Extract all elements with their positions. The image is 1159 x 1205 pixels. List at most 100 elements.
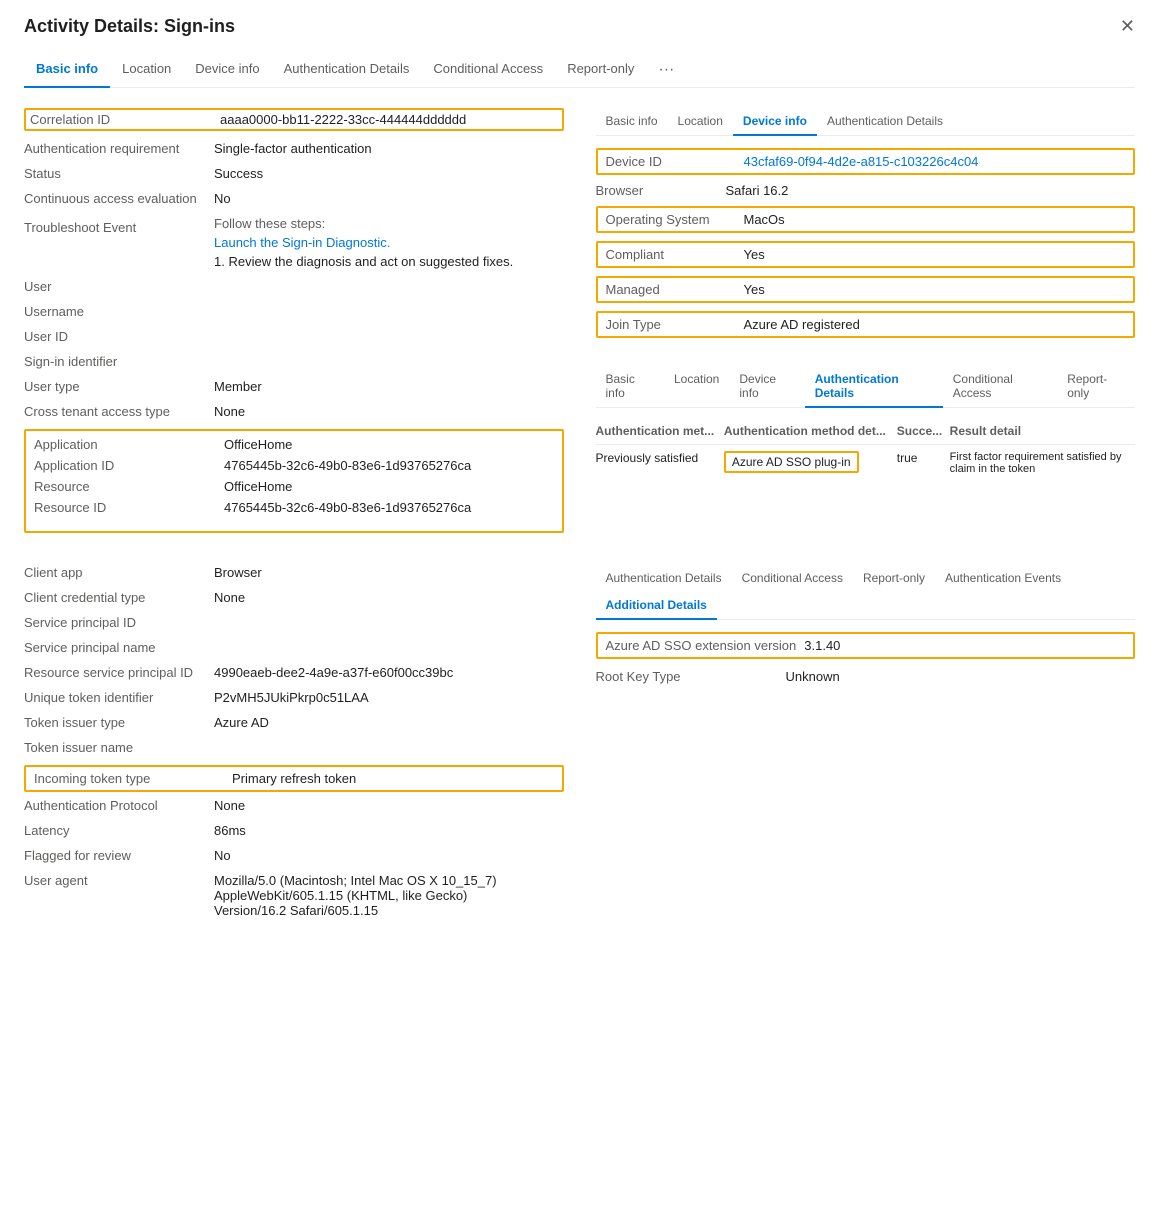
flagged-label: Flagged for review [24,848,214,863]
username-label: Username [24,304,214,319]
cae-value: No [214,191,231,206]
azure-sso-value: 3.1.40 [804,638,840,653]
add-tab-conditional[interactable]: Conditional Access [732,565,853,593]
root-key-value: Unknown [786,669,840,684]
resource-id-row: Resource ID 4765445b-32c6-49b0-83e6-1d93… [34,500,554,515]
auth-tab-location[interactable]: Location [664,366,729,408]
azure-sso-plugin-badge: Azure AD SSO plug-in [724,451,859,473]
cell-success: true [897,445,950,482]
add-tab-additional-details[interactable]: Additional Details [596,592,717,620]
resource-value: OfficeHome [224,479,292,494]
correlation-id-row: Correlation ID aaaa0000-bb11-2222-33cc-4… [24,108,564,131]
compliant-value: Yes [744,247,765,262]
add-tab-report-only[interactable]: Report-only [853,565,935,593]
resource-sp-id-value: 4990eaeb-dee2-4a9e-a37f-e60f00cc39bc [214,665,453,680]
user-type-label: User type [24,379,214,394]
diagnostic-link[interactable]: Launch the Sign-in Diagnostic. [214,235,390,250]
compliant-row: Compliant Yes [596,241,1136,268]
add-tab-auth-details[interactable]: Authentication Details [596,565,732,593]
tab-conditional-access[interactable]: Conditional Access [421,53,555,88]
user-type-value: Member [214,379,262,394]
device-tab-basic-info[interactable]: Basic info [596,108,668,136]
add-tab-auth-events[interactable]: Authentication Events [935,565,1071,593]
user-agent-value: Mozilla/5.0 (Macintosh; Intel Mac OS X 1… [214,873,514,918]
join-type-row: Join Type Azure AD registered [596,311,1136,338]
col-auth-method: Authentication met... [596,420,724,445]
auth-tab-report-only[interactable]: Report-only [1057,366,1135,408]
incoming-token-label: Incoming token type [34,771,224,786]
status-row: Status Success [24,166,564,181]
col-success: Succe... [897,420,950,445]
auth-details-table: Authentication met... Authentication met… [596,420,1136,481]
root-key-label: Root Key Type [596,669,786,684]
auth-detail-tabs: Basic info Location Device info Authenti… [596,366,1136,408]
tab-auth-details[interactable]: Authentication Details [272,53,422,88]
azure-sso-row: Azure AD SSO extension version 3.1.40 [596,632,1136,659]
device-tabs: Basic info Location Device info Authenti… [596,108,1136,136]
sp-id-label: Service principal ID [24,615,214,630]
troubleshoot-step1: 1. Review the diagnosis and act on sugge… [214,254,513,269]
device-tab-location[interactable]: Location [668,108,733,136]
troubleshoot-content: Follow these steps: Launch the Sign-in D… [214,216,513,269]
auth-protocol-row: Authentication Protocol None [24,798,564,813]
unique-token-label: Unique token identifier [24,690,214,705]
user-agent-label: User agent [24,873,214,888]
auth-req-label: Authentication requirement [24,141,214,156]
incoming-token-row: Incoming token type Primary refresh toke… [24,765,564,792]
token-issuer-type-label: Token issuer type [24,715,214,730]
auth-tab-device-info[interactable]: Device info [729,366,804,408]
app-id-value: 4765445b-32c6-49b0-83e6-1d93765276ca [224,458,471,473]
device-tab-device-info[interactable]: Device info [733,108,817,136]
signin-id-label: Sign-in identifier [24,354,214,369]
auth-tab-auth-details[interactable]: Authentication Details [805,366,943,408]
bottom-left: Client app Browser Client credential typ… [24,565,564,928]
join-type-label: Join Type [606,317,736,332]
cross-tenant-value: None [214,404,245,419]
flagged-row: Flagged for review No [24,848,564,863]
client-cred-label: Client credential type [24,590,214,605]
browser-label: Browser [596,183,726,198]
tab-more-button[interactable]: ··· [646,53,686,87]
sp-id-row: Service principal ID [24,615,564,630]
managed-value: Yes [744,282,765,297]
os-row: Operating System MacOs [596,206,1136,233]
tab-device-info[interactable]: Device info [183,53,271,88]
auth-details-panel: Basic info Location Device info Authenti… [596,366,1136,481]
left-panel: Correlation ID aaaa0000-bb11-2222-33cc-4… [24,108,564,533]
managed-label: Managed [606,282,736,297]
client-cred-row: Client credential type None [24,590,564,605]
additional-tabs: Authentication Details Conditional Acces… [596,565,1136,620]
tab-location[interactable]: Location [110,53,183,88]
latency-row: Latency 86ms [24,823,564,838]
auth-tab-conditional[interactable]: Conditional Access [943,366,1057,408]
tab-basic-info[interactable]: Basic info [24,53,110,88]
col-result-detail: Result detail [950,420,1135,445]
auth-tab-basic-info[interactable]: Basic info [596,366,664,408]
browser-row: Browser Safari 16.2 [596,183,1136,198]
cae-row: Continuous access evaluation No [24,191,564,206]
browser-value: Safari 16.2 [726,183,789,198]
token-issuer-name-row: Token issuer name [24,740,564,755]
user-id-label: User ID [24,329,214,344]
token-issuer-name-label: Token issuer name [24,740,214,755]
client-app-label: Client app [24,565,214,580]
table-row: Previously satisfied Azure AD SSO plug-i… [596,445,1136,482]
device-id-label: Device ID [606,154,736,169]
sp-name-row: Service principal name [24,640,564,655]
device-tab-auth-details[interactable]: Authentication Details [817,108,953,136]
user-type-row: User type Member [24,379,564,394]
resource-sp-id-label: Resource service principal ID [24,665,214,680]
main-content: Correlation ID aaaa0000-bb11-2222-33cc-4… [24,108,1135,533]
user-agent-row: User agent Mozilla/5.0 (Macintosh; Intel… [24,873,564,918]
cae-label: Continuous access evaluation [24,191,214,206]
application-value: OfficeHome [224,437,292,452]
user-row: User [24,279,564,294]
resource-id-value: 4765445b-32c6-49b0-83e6-1d93765276ca [224,500,471,515]
correlation-id-value: aaaa0000-bb11-2222-33cc-444444dddddd [220,112,466,127]
tab-report-only[interactable]: Report-only [555,53,646,88]
cell-auth-method-detail: Azure AD SSO plug-in [724,445,897,482]
root-key-row: Root Key Type Unknown [596,669,1136,684]
close-button[interactable]: ✕ [1120,16,1135,37]
managed-row: Managed Yes [596,276,1136,303]
auth-req-row: Authentication requirement Single-factor… [24,141,564,156]
